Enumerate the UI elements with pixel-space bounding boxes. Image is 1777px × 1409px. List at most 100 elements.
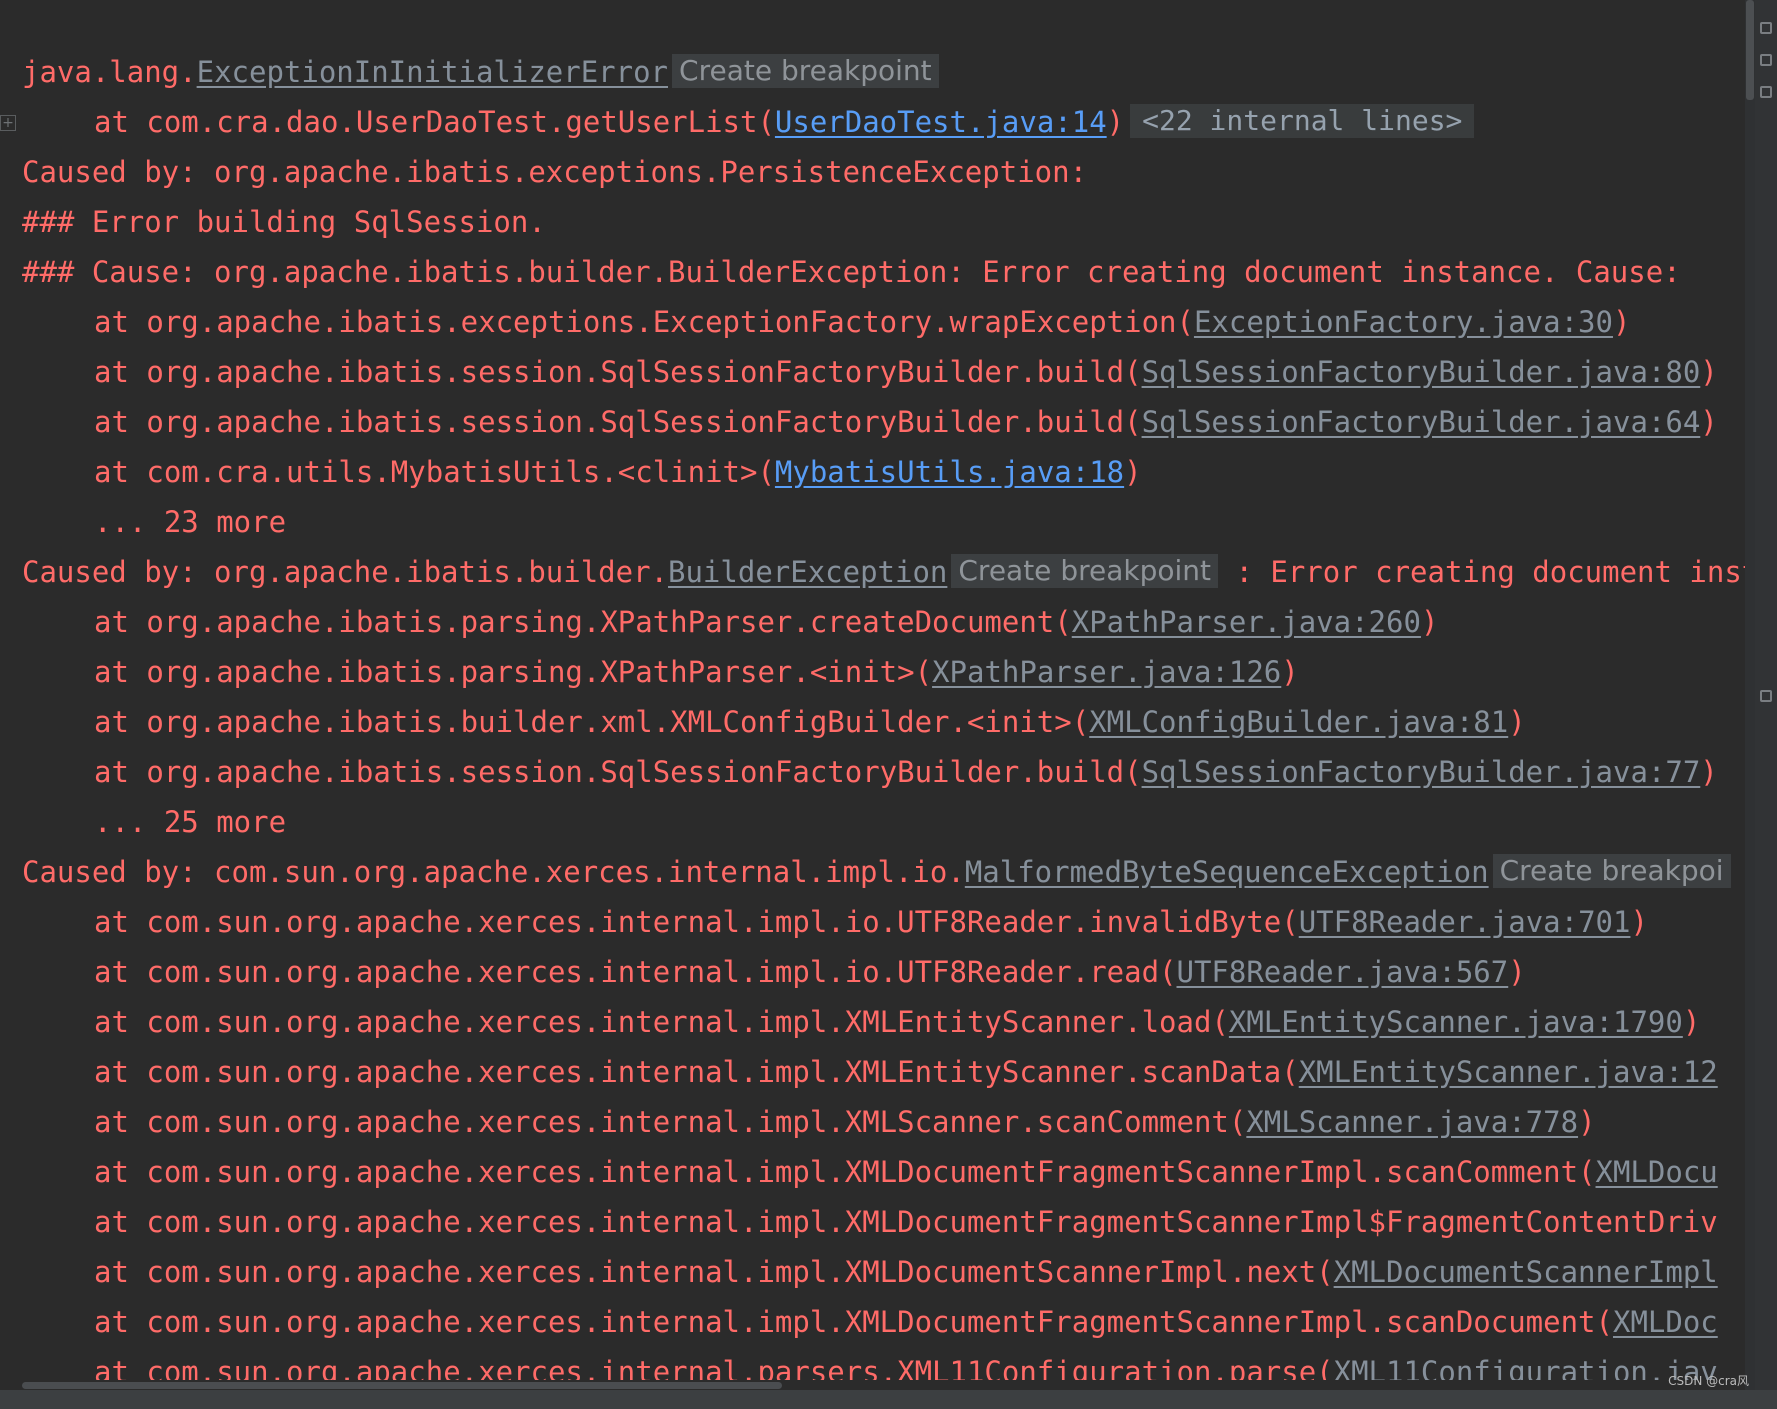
- expand-fold-icon[interactable]: +: [0, 115, 16, 131]
- console-text: at com.sun.org.apache.xerces.internal.im…: [94, 1155, 1596, 1189]
- console-text: at org.apache.ibatis.builder.xml.XMLConf…: [94, 705, 1090, 739]
- create-breakpoint-button[interactable]: Create breakpoi: [1492, 854, 1731, 888]
- bottom-status-bar: [0, 1390, 1777, 1409]
- exception-line: Caused by: com.sun.org.apache.xerces.int…: [22, 847, 1731, 897]
- vertical-scrollbar-thumb[interactable]: [1746, 0, 1754, 100]
- stack-frame-line: ... 23 more: [94, 497, 286, 547]
- console-text: at com.sun.org.apache.xerces.internal.im…: [94, 1105, 1247, 1139]
- console-text: ): [1281, 655, 1299, 689]
- console-text: ): [1508, 955, 1526, 989]
- stack-frame-line: at com.sun.org.apache.xerces.internal.im…: [94, 1247, 1718, 1297]
- stack-frame-line: at com.sun.org.apache.xerces.internal.im…: [94, 1297, 1718, 1347]
- gutter-marker-icon[interactable]: [1760, 54, 1772, 66]
- console-text: at org.apache.ibatis.session.SqlSessionF…: [94, 405, 1142, 439]
- source-link[interactable]: SqlSessionFactoryBuilder.java:80: [1142, 355, 1701, 389]
- exception-line: ### Error building SqlSession.: [22, 197, 546, 247]
- console-text: ): [1700, 405, 1718, 439]
- console-text: at com.sun.org.apache.xerces.internal.im…: [94, 1055, 1299, 1089]
- watermark: CSDN @cra风: [1668, 1374, 1749, 1388]
- stack-frame-line: at com.sun.org.apache.xerces.internal.im…: [94, 1047, 1718, 1097]
- console-text: Caused by: org.apache.ibatis.builder.: [22, 555, 669, 589]
- source-link[interactable]: XMLEntityScanner.java:1790: [1229, 1005, 1683, 1039]
- console-text: at com.cra.utils.MybatisUtils.<clinit>(: [94, 455, 775, 489]
- console-text: ): [1630, 905, 1648, 939]
- source-link[interactable]: XMLScanner.java:778: [1246, 1105, 1578, 1139]
- console-text: : Error creating document inst: [1218, 555, 1745, 589]
- source-link[interactable]: ExceptionFactory.java:30: [1194, 305, 1613, 339]
- source-link[interactable]: XPathParser.java:126: [932, 655, 1281, 689]
- console-text: ): [1106, 105, 1125, 139]
- stack-frame-line: at com.sun.org.apache.xerces.internal.im…: [94, 947, 1526, 997]
- source-link[interactable]: SqlSessionFactoryBuilder.java:64: [1142, 405, 1701, 439]
- stack-frame-line: at com.cra.utils.MybatisUtils.<clinit>(M…: [94, 447, 1142, 497]
- source-link[interactable]: XMLEntityScanner.java:12: [1299, 1055, 1718, 1089]
- console-text: ): [1682, 1005, 1701, 1039]
- console-text: at org.apache.ibatis.parsing.XPathParser…: [94, 655, 933, 689]
- stack-frame-line: at com.sun.org.apache.xerces.internal.im…: [94, 1147, 1718, 1197]
- stack-frame-line: at com.cra.dao.UserDaoTest.getUserList(U…: [94, 97, 1475, 147]
- console-text: at com.sun.org.apache.xerces.internal.im…: [94, 905, 1299, 939]
- right-gutter: [1755, 0, 1777, 1409]
- horizontal-scrollbar[interactable]: [0, 1380, 1750, 1390]
- console-text: java.lang.: [22, 55, 197, 89]
- console-text: Caused by: com.sun.org.apache.xerces.int…: [22, 855, 965, 889]
- source-link[interactable]: BuilderException: [668, 555, 947, 589]
- console-text: at org.apache.ibatis.exceptions.Exceptio…: [94, 305, 1194, 339]
- gutter-marker-icon[interactable]: [1760, 690, 1772, 702]
- console-text: at com.sun.org.apache.xerces.internal.im…: [94, 1305, 1613, 1339]
- stack-frame-line: at com.sun.org.apache.xerces.internal.im…: [94, 1097, 1596, 1147]
- console-text: at com.cra.dao.UserDaoTest.getUserList(: [94, 105, 775, 139]
- console-text: ### Cause: org.apache.ibatis.builder.Bui…: [22, 255, 1681, 289]
- stack-frame-line: at org.apache.ibatis.exceptions.Exceptio…: [94, 297, 1630, 347]
- console-text: at com.sun.org.apache.xerces.internal.im…: [94, 1205, 1718, 1239]
- exception-line: ### Cause: org.apache.ibatis.builder.Bui…: [22, 247, 1681, 297]
- console-text: ): [1578, 1105, 1596, 1139]
- internal-lines-fold[interactable]: <22 internal lines>: [1130, 104, 1475, 138]
- gutter-marker-icon[interactable]: [1760, 22, 1772, 34]
- console-text: at com.sun.org.apache.xerces.internal.im…: [94, 1005, 1229, 1039]
- console-text: at org.apache.ibatis.session.SqlSessionF…: [94, 755, 1142, 789]
- stack-frame-line: at org.apache.ibatis.parsing.XPathParser…: [94, 597, 1438, 647]
- stack-frame-line: ... 25 more: [94, 797, 286, 847]
- stack-frame-line: at org.apache.ibatis.builder.xml.XMLConf…: [94, 697, 1526, 747]
- stack-frame-line: at com.sun.org.apache.xerces.internal.im…: [94, 1197, 1718, 1247]
- exception-line: java.lang.ExceptionInInitializerError Cre…: [22, 47, 939, 97]
- source-link[interactable]: XPathParser.java:260: [1072, 605, 1421, 639]
- source-link[interactable]: MybatisUtils.java:18: [775, 455, 1124, 489]
- stack-frame-line: at org.apache.ibatis.session.SqlSessionF…: [94, 397, 1718, 447]
- console-text: ... 23 more: [94, 505, 287, 539]
- console-text: at org.apache.ibatis.session.SqlSessionF…: [94, 355, 1142, 389]
- console-text: at com.sun.org.apache.xerces.internal.im…: [94, 1255, 1334, 1289]
- source-link[interactable]: XMLDocu: [1596, 1155, 1718, 1189]
- exception-line: Caused by: org.apache.ibatis.exceptions.…: [22, 147, 1087, 197]
- stack-frame-line: at org.apache.ibatis.session.SqlSessionF…: [94, 347, 1718, 397]
- source-link[interactable]: XMLDoc: [1613, 1305, 1718, 1339]
- source-link[interactable]: UTF8Reader.java:567: [1177, 955, 1509, 989]
- exception-line: Caused by: org.apache.ibatis.builder.Bui…: [22, 547, 1745, 597]
- source-link[interactable]: ExceptionInInitializerError: [197, 55, 668, 89]
- vertical-scrollbar[interactable]: [1745, 0, 1755, 1390]
- console-text: ): [1508, 705, 1526, 739]
- console-output: java.lang.ExceptionInInitializerError Cre…: [0, 0, 1745, 1390]
- source-link[interactable]: UTF8Reader.java:701: [1299, 905, 1631, 939]
- console-text: ): [1124, 455, 1142, 489]
- source-link[interactable]: XMLDocumentScannerImpl: [1334, 1255, 1718, 1289]
- gutter-marker-icon[interactable]: [1760, 86, 1772, 98]
- stack-frame-line: at com.sun.org.apache.xerces.internal.im…: [94, 997, 1700, 1047]
- console-text: at org.apache.ibatis.parsing.XPathParser…: [94, 605, 1072, 639]
- console-text: at com.sun.org.apache.xerces.internal.im…: [94, 955, 1177, 989]
- console-text: Caused by: org.apache.ibatis.exceptions.…: [22, 155, 1088, 189]
- horizontal-scrollbar-thumb[interactable]: [22, 1382, 782, 1389]
- console-text: ... 25 more: [94, 805, 287, 839]
- stack-frame-line: at org.apache.ibatis.parsing.XPathParser…: [94, 647, 1299, 697]
- create-breakpoint-button[interactable]: Create breakpoint: [951, 554, 1218, 588]
- source-link[interactable]: SqlSessionFactoryBuilder.java:77: [1142, 755, 1701, 789]
- source-link[interactable]: UserDaoTest.java:14: [775, 105, 1107, 139]
- console-text: ): [1700, 755, 1718, 789]
- source-link[interactable]: MalformedByteSequenceException: [965, 855, 1489, 889]
- console-text: ### Error building SqlSession.: [22, 205, 546, 239]
- console-text: ): [1700, 355, 1718, 389]
- source-link[interactable]: XMLConfigBuilder.java:81: [1089, 705, 1508, 739]
- stack-frame-line: at com.sun.org.apache.xerces.internal.im…: [94, 897, 1648, 947]
- create-breakpoint-button[interactable]: Create breakpoint: [672, 54, 939, 88]
